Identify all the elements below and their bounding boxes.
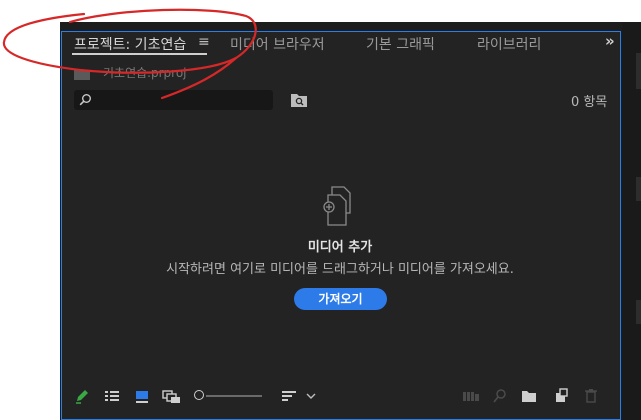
new-bin-icon[interactable] bbox=[521, 388, 537, 404]
new-item-icon[interactable] bbox=[553, 388, 569, 404]
find-icon[interactable] bbox=[492, 388, 508, 404]
freeform-view-icon[interactable] bbox=[162, 388, 182, 404]
trash-icon[interactable] bbox=[583, 388, 599, 404]
project-file-name: 기초연습.prproj bbox=[103, 66, 187, 80]
list-view-icon[interactable] bbox=[104, 388, 120, 404]
empty-state-title: 미디어 추가 bbox=[307, 240, 373, 255]
pencil-icon[interactable] bbox=[74, 388, 90, 404]
import-button[interactable]: 가져오기 bbox=[294, 288, 387, 310]
tab-libraries[interactable]: 라이브러리 bbox=[477, 34, 541, 54]
project-file-icon bbox=[74, 69, 90, 80]
automate-sequence-icon[interactable] bbox=[462, 388, 480, 404]
chevron-down-icon[interactable] bbox=[305, 388, 317, 404]
adjacent-panel-strip bbox=[622, 22, 641, 420]
zoom-slider[interactable] bbox=[206, 395, 262, 397]
sort-icon[interactable] bbox=[281, 388, 297, 404]
icon-view-icon[interactable] bbox=[134, 388, 150, 404]
tab-media-browser[interactable]: 미디어 브라우저 bbox=[230, 34, 325, 54]
active-tab-indicator bbox=[72, 53, 207, 55]
panel-overflow-icon[interactable]: » bbox=[605, 32, 615, 50]
tab-menu-icon[interactable]: ≡ bbox=[198, 34, 210, 50]
item-count: 0 항목 bbox=[571, 95, 608, 110]
tab-essential-graphics[interactable]: 기본 그래픽 bbox=[366, 34, 435, 54]
tab-project[interactable]: 프로젝트: 기초연습 bbox=[74, 34, 186, 54]
zoom-slider-thumb[interactable] bbox=[194, 390, 204, 400]
search-input[interactable] bbox=[74, 90, 273, 110]
search-icon bbox=[79, 94, 91, 106]
find-in-bin-icon[interactable] bbox=[291, 93, 307, 107]
add-media-icon bbox=[323, 186, 351, 226]
empty-state-description: 시작하려면 여기로 미디어를 드래그하거나 미디어를 가져오세요. bbox=[166, 262, 514, 277]
